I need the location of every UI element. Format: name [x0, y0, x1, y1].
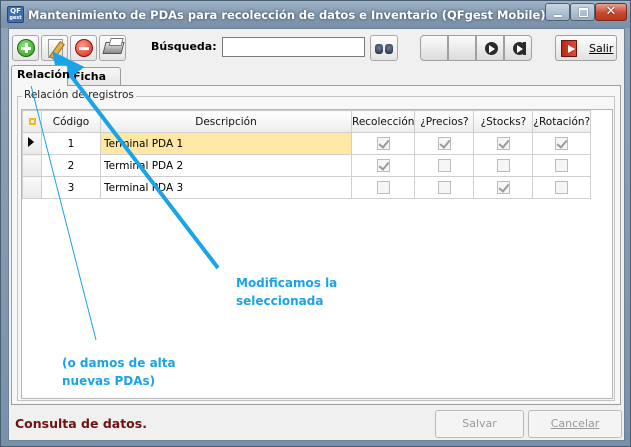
table-row[interactable]: 3 Terminal PDA 3: [22, 176, 592, 199]
group-legend: Relación de registros: [22, 89, 136, 101]
status-text: Consulta de datos.: [15, 416, 147, 431]
cell-codigo[interactable]: 1: [41, 132, 101, 155]
col-header-precios[interactable]: ¿Precios?: [414, 110, 475, 133]
save-button[interactable]: Salvar: [435, 410, 524, 438]
grid-header-row: Código Descripción Recolección ¿Precios?…: [22, 110, 592, 133]
annotation-modify-line2: seleccionada: [236, 294, 324, 308]
exit-door-icon: [561, 40, 577, 57]
stocks-checkbox[interactable]: [496, 137, 510, 150]
precios-checkbox[interactable]: [437, 137, 451, 150]
stocks-checkbox[interactable]: [496, 181, 510, 194]
search-input[interactable]: [222, 37, 365, 57]
row-indicator[interactable]: [22, 154, 42, 177]
annotation-add-line1: (o damos de alta: [62, 356, 176, 370]
cell-recoleccion[interactable]: [350, 176, 416, 199]
col-header-codigo[interactable]: Código: [41, 110, 101, 133]
cell-precios[interactable]: [414, 154, 475, 177]
cancel-button[interactable]: Cancelar: [528, 410, 622, 438]
stocks-checkbox[interactable]: [496, 159, 510, 172]
previous-record-button[interactable]: [448, 35, 476, 61]
edit-record-button[interactable]: [41, 35, 68, 61]
cell-recoleccion[interactable]: [350, 154, 416, 177]
records-table: Código Descripción Recolección ¿Precios?…: [22, 110, 592, 199]
window-title: Mantenimiento de PDAs para recolección d…: [28, 8, 546, 22]
cell-precios[interactable]: [414, 176, 475, 199]
add-record-button[interactable]: [12, 35, 39, 61]
next-record-button[interactable]: [476, 35, 504, 61]
col-header-recoleccion[interactable]: Recolección: [350, 110, 416, 133]
col-header-descripcion[interactable]: Descripción: [100, 110, 352, 133]
recoleccion-checkbox[interactable]: [376, 181, 390, 194]
cell-stocks[interactable]: [473, 176, 534, 199]
select-all-cell[interactable]: [22, 110, 42, 133]
cell-rotacion[interactable]: [532, 154, 592, 177]
rotacion-checkbox[interactable]: [555, 137, 569, 150]
cell-stocks[interactable]: [473, 132, 534, 155]
annotation-modify-line1: Modificamos la: [236, 276, 338, 290]
search-label: Búsqueda:: [151, 40, 217, 53]
delete-record-button[interactable]: [70, 35, 97, 61]
precios-checkbox[interactable]: [437, 159, 451, 172]
printer-icon: [102, 42, 125, 54]
cell-codigo[interactable]: 2: [41, 154, 101, 177]
select-all-icon: [28, 118, 36, 125]
binoculars-icon: [375, 42, 394, 55]
minimize-button[interactable]: [545, 3, 570, 21]
col-header-rotacion[interactable]: ¿Rotación?: [532, 110, 592, 133]
annotation-modify-text: Modificamos la seleccionada: [236, 274, 346, 310]
annotation-add-line2: nuevas PDAs): [62, 374, 156, 388]
find-button[interactable]: [370, 35, 398, 61]
tab-relacion[interactable]: Relación: [11, 65, 70, 86]
exit-label: Salir: [589, 42, 614, 55]
col-header-stocks[interactable]: ¿Stocks?: [473, 110, 534, 133]
add-plus-icon: [17, 39, 35, 57]
table-row[interactable]: 1 Terminal PDA 1: [22, 132, 592, 155]
cell-descripcion[interactable]: Terminal PDA 2: [100, 154, 352, 177]
edit-pencil-icon: [48, 39, 63, 58]
row-indicator[interactable]: [22, 132, 42, 155]
app-icon-label: QF: [10, 7, 21, 15]
close-icon: ✕: [605, 4, 617, 19]
app-icon-sublabel: gest: [9, 15, 22, 21]
cell-rotacion[interactable]: [532, 132, 592, 155]
rotacion-checkbox[interactable]: [555, 159, 569, 172]
recoleccion-checkbox[interactable]: [376, 137, 390, 150]
close-window-button[interactable]: ✕: [595, 3, 627, 21]
tab-ficha[interactable]: Ficha: [67, 67, 121, 86]
cell-stocks[interactable]: [473, 154, 534, 177]
cell-recoleccion[interactable]: [350, 132, 416, 155]
exit-button[interactable]: Salir: [555, 35, 617, 61]
status-bar: Consulta de datos.: [11, 410, 431, 436]
row-indicator[interactable]: [22, 176, 42, 199]
play-next-icon: [485, 42, 498, 55]
rotacion-checkbox[interactable]: [555, 181, 569, 194]
cell-precios[interactable]: [414, 132, 475, 155]
skip-last-icon: [513, 42, 526, 55]
current-row-pointer-icon: [28, 137, 34, 147]
cell-codigo[interactable]: 3: [41, 176, 101, 199]
print-button[interactable]: [99, 35, 126, 61]
title-bar[interactable]: QF gest Mantenimiento de PDAs para recol…: [1, 1, 630, 28]
recoleccion-checkbox[interactable]: [376, 159, 390, 172]
app-icon[interactable]: QF gest: [7, 6, 24, 23]
cell-rotacion[interactable]: [532, 176, 592, 199]
cell-descripcion[interactable]: Terminal PDA 1: [100, 132, 352, 155]
table-row[interactable]: 2 Terminal PDA 2: [22, 154, 592, 177]
delete-minus-icon: [75, 39, 93, 57]
first-record-button[interactable]: [420, 35, 448, 61]
last-record-button[interactable]: [504, 35, 532, 61]
precios-checkbox[interactable]: [437, 181, 451, 194]
cell-descripcion[interactable]: Terminal PDA 3: [100, 176, 352, 199]
maximize-button[interactable]: [570, 3, 595, 21]
annotation-add-text: (o damos de alta nuevas PDAs): [62, 354, 192, 390]
